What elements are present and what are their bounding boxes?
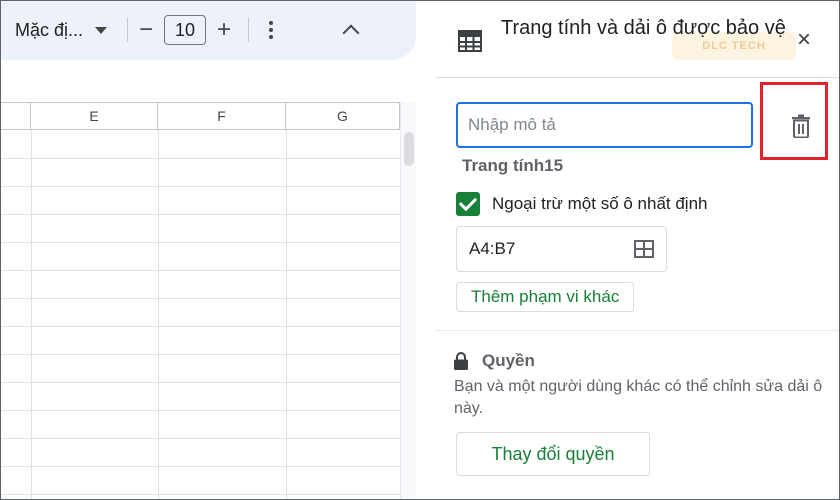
row-gridline: [0, 466, 400, 467]
row-gridline: [0, 494, 400, 495]
increase-font-size-button[interactable]: +: [206, 12, 242, 48]
panel-header: DLC TECH Trang tính và dải ô được bảo vệ…: [436, 0, 840, 78]
spreadsheet-grid[interactable]: E F G: [0, 102, 400, 500]
description-input[interactable]: [456, 102, 753, 148]
close-icon[interactable]: ×: [792, 28, 816, 52]
panel-title: Trang tính và dải ô được bảo vệ: [501, 17, 786, 39]
plus-icon: +: [216, 16, 231, 43]
font-size-input[interactable]: 10: [164, 15, 206, 45]
collapse-toolbar-button[interactable]: [333, 12, 369, 48]
except-cells-label: Ngoại trừ một số ô nhất định: [492, 194, 708, 213]
row-gridline: [0, 158, 400, 159]
lock-icon: [454, 352, 468, 370]
vertical-scrollbar[interactable]: [400, 102, 416, 500]
more-vert-icon: [269, 21, 273, 25]
row-gridline: [0, 270, 400, 271]
permissions-description: Bạn và một người dùng khác có thể chỉnh …: [454, 378, 823, 417]
font-family-select[interactable]: Mặc đị...: [1, 12, 127, 48]
add-range-button[interactable]: Thêm phạm vi khác: [456, 282, 635, 312]
range-input[interactable]: A4:B7: [456, 226, 667, 272]
caret-down-icon: [95, 26, 108, 34]
sheet-name-label: Trang tính15: [462, 156, 564, 175]
row-gridline: [0, 326, 400, 327]
minus-icon: −: [138, 16, 153, 43]
row-gridline: [0, 214, 400, 215]
more-options-button[interactable]: [253, 12, 289, 48]
column-header-f[interactable]: F: [158, 102, 286, 130]
row-gridline: [0, 298, 400, 299]
select-range-icon[interactable]: [634, 240, 654, 258]
row-gridline: [0, 186, 400, 187]
column-header-g[interactable]: G: [286, 102, 400, 130]
toolbar-divider: [248, 18, 249, 42]
range-value: A4:B7: [469, 239, 516, 258]
row-gridline: [0, 354, 400, 355]
permissions-title: Quyền: [482, 351, 535, 370]
row-gridline: [0, 382, 400, 383]
font-family-value: Mặc đị...: [15, 19, 84, 40]
except-cells-row[interactable]: Ngoại trừ một số ô nhất định: [456, 192, 708, 216]
permissions-heading: Quyền: [454, 351, 535, 371]
row-gridline: [0, 242, 400, 243]
column-header-partial[interactable]: [0, 102, 31, 130]
scrollbar-thumb[interactable]: [404, 132, 414, 166]
formatting-toolbar: Mặc đị... − 10 +: [0, 0, 416, 60]
row-gridline: [0, 410, 400, 411]
column-header-e[interactable]: E: [31, 102, 158, 130]
section-divider: [436, 330, 840, 331]
protected-ranges-panel: DLC TECH Trang tính và dải ô được bảo vệ…: [436, 0, 840, 500]
decrease-font-size-button[interactable]: −: [128, 12, 164, 48]
change-permissions-button[interactable]: Thay đổi quyền: [456, 432, 650, 476]
delete-icon[interactable]: [792, 114, 810, 138]
except-cells-checkbox[interactable]: [456, 192, 480, 216]
chevron-up-icon: [342, 24, 360, 42]
row-gridline: [0, 438, 400, 439]
table-icon: [458, 30, 482, 52]
